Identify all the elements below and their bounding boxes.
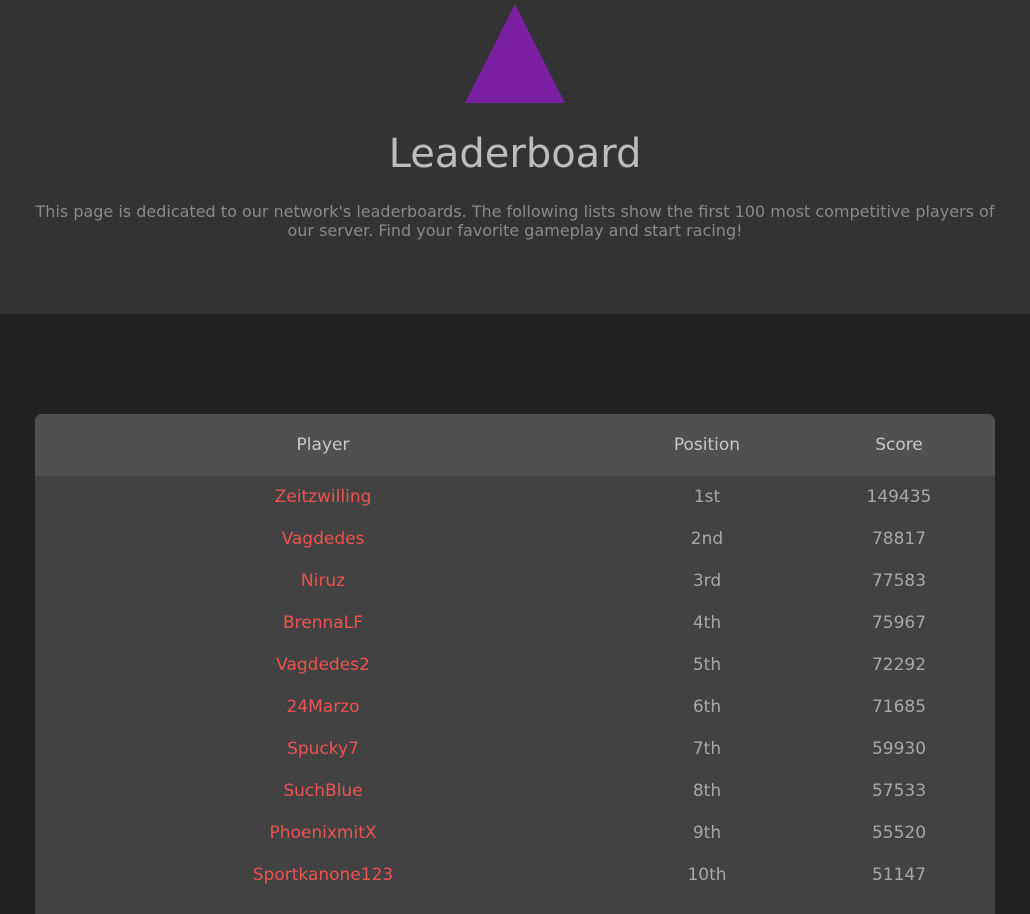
triangle-logo-icon bbox=[465, 4, 565, 103]
table-row: 24Marzo 6th 71685 bbox=[35, 686, 995, 728]
position-cell: 4th bbox=[692, 613, 722, 633]
table-row: Niruz 3rd 77583 bbox=[35, 560, 995, 602]
score-cell: 59930 bbox=[871, 739, 927, 759]
player-link[interactable]: PhoenixmitX bbox=[269, 823, 376, 843]
player-link[interactable]: BrennaLF bbox=[283, 613, 363, 633]
table-row: Vagdedes2 5th 72292 bbox=[35, 644, 995, 686]
position-cell: 3rd bbox=[692, 571, 722, 591]
score-cell: 78817 bbox=[871, 529, 927, 549]
position-cell: 2nd bbox=[690, 529, 724, 549]
table-body: Zeitzwilling 1st 149435 Vagdedes 2nd 788… bbox=[35, 476, 995, 896]
player-link[interactable]: Spucky7 bbox=[287, 739, 359, 759]
player-link[interactable]: Vagdedes bbox=[282, 529, 365, 549]
position-cell: 1st bbox=[693, 487, 721, 507]
column-header-player: Player bbox=[296, 435, 350, 455]
table-row: Vagdedes 2nd 78817 bbox=[35, 518, 995, 560]
position-cell: 10th bbox=[687, 865, 727, 885]
player-link[interactable]: Niruz bbox=[301, 571, 345, 591]
player-link[interactable]: 24Marzo bbox=[286, 697, 359, 717]
column-header-score: Score bbox=[875, 435, 923, 455]
page-title: Leaderboard bbox=[388, 131, 642, 177]
hero-section: Leaderboard This page is dedicated to ou… bbox=[0, 0, 1030, 314]
score-cell: 75967 bbox=[871, 613, 927, 633]
position-cell: 8th bbox=[692, 781, 722, 801]
table-row: PhoenixmitX 9th 55520 bbox=[35, 812, 995, 854]
score-cell: 77583 bbox=[871, 571, 927, 591]
score-cell: 57533 bbox=[871, 781, 927, 801]
column-header-position: Position bbox=[673, 435, 741, 455]
table-row: Spucky7 7th 59930 bbox=[35, 728, 995, 770]
leaderboard-table: Player Position Score Zeitzwilling 1st 1… bbox=[35, 414, 995, 914]
score-cell: 71685 bbox=[871, 697, 927, 717]
table-row: SuchBlue 8th 57533 bbox=[35, 770, 995, 812]
position-cell: 7th bbox=[692, 739, 722, 759]
player-link[interactable]: Sportkanone123 bbox=[253, 865, 393, 885]
score-cell: 51147 bbox=[871, 865, 927, 885]
page-description: This page is dedicated to our network's … bbox=[35, 202, 995, 240]
score-cell: 149435 bbox=[866, 487, 932, 507]
position-cell: 9th bbox=[692, 823, 722, 843]
player-link[interactable]: SuchBlue bbox=[283, 781, 362, 801]
table-header: Player Position Score bbox=[35, 414, 995, 476]
position-cell: 5th bbox=[692, 655, 722, 675]
position-cell: 6th bbox=[692, 697, 722, 717]
player-link[interactable]: Zeitzwilling bbox=[275, 487, 372, 507]
table-row: Sportkanone123 10th 51147 bbox=[35, 854, 995, 896]
score-cell: 72292 bbox=[871, 655, 927, 675]
table-row: BrennaLF 4th 75967 bbox=[35, 602, 995, 644]
player-link[interactable]: Vagdedes2 bbox=[276, 655, 370, 675]
table-row: Zeitzwilling 1st 149435 bbox=[35, 476, 995, 518]
score-cell: 55520 bbox=[871, 823, 927, 843]
